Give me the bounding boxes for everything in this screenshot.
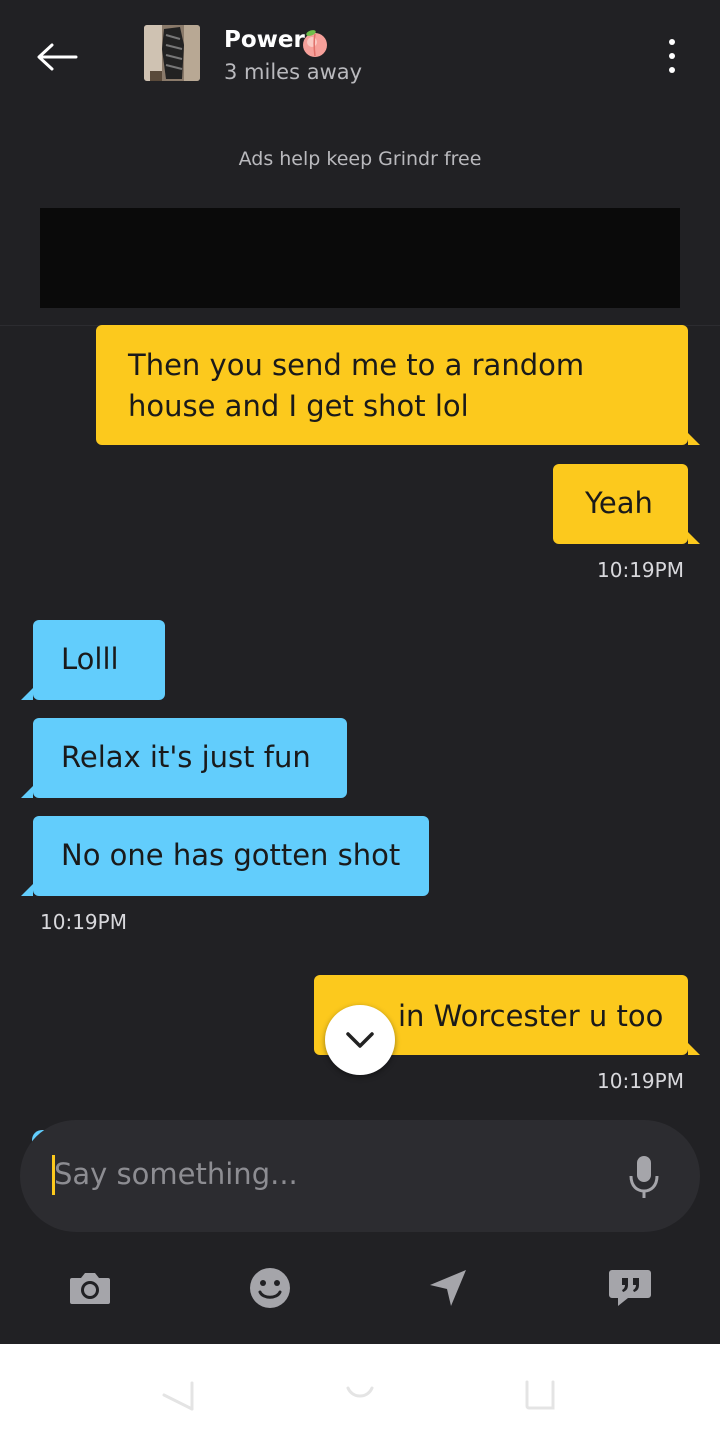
profile-name[interactable]: Power [224,27,305,53]
message-text: Lolll [61,642,119,676]
profile-avatar[interactable] [144,25,200,81]
message-timestamp: 10:19PM [597,558,684,582]
microphone-icon [629,1156,659,1198]
saved-phrases-icon [609,1270,651,1306]
nav-back-icon [162,1381,194,1411]
ads-notice: Ads help keep Grindr free [238,148,482,170]
camera-button[interactable] [62,1260,118,1316]
message-bubble-incoming[interactable]: No one has gotten shot [21,816,429,896]
saved-phrases-button[interactable] [602,1260,658,1316]
message-text: Relax it's just fun [61,740,311,774]
arrow-left-icon [37,43,78,71]
voice-message-button[interactable] [622,1150,666,1204]
message-text-line: Then you send me to a random [128,348,585,382]
message-input-placeholder: Say something... [54,1157,298,1191]
back-button[interactable] [30,30,84,84]
ad-banner[interactable] [40,208,680,308]
emoji-button[interactable] [242,1260,298,1316]
emoji-icon [250,1268,290,1308]
more-options-button[interactable] [654,32,690,80]
chevron-down-icon [346,1032,374,1048]
nav-home-button[interactable] [340,1378,380,1412]
camera-icon [70,1273,110,1304]
message-text: Yeah [585,486,653,520]
message-bubble-incoming[interactable]: Lolll [21,620,165,700]
profile-distance: 3 miles away [224,60,363,84]
send-location-button[interactable] [420,1260,476,1316]
message-bubble-outgoing[interactable]: Yeah [553,464,700,544]
nav-recents-button[interactable] [520,1378,560,1412]
message-timestamp: 10:19PM [597,1069,684,1093]
peach-icon [300,28,330,58]
nav-home-icon [346,1386,374,1398]
scroll-to-bottom-button[interactable] [325,1005,395,1075]
message-bubble-outgoing[interactable]: Then you send me to a random house and I… [96,325,700,445]
message-timestamp: 10:19PM [40,910,127,934]
location-icon [430,1270,466,1306]
message-text: No one has gotten shot [61,838,401,872]
message-bubble-incoming[interactable]: Relax it's just fun [21,718,347,798]
nav-back-button[interactable] [158,1378,198,1412]
message-text: in Worcester u too [398,999,664,1033]
message-text-line: house and I get shot lol [128,389,469,423]
more-vertical-icon [669,39,675,45]
nav-recents-icon [525,1380,555,1410]
